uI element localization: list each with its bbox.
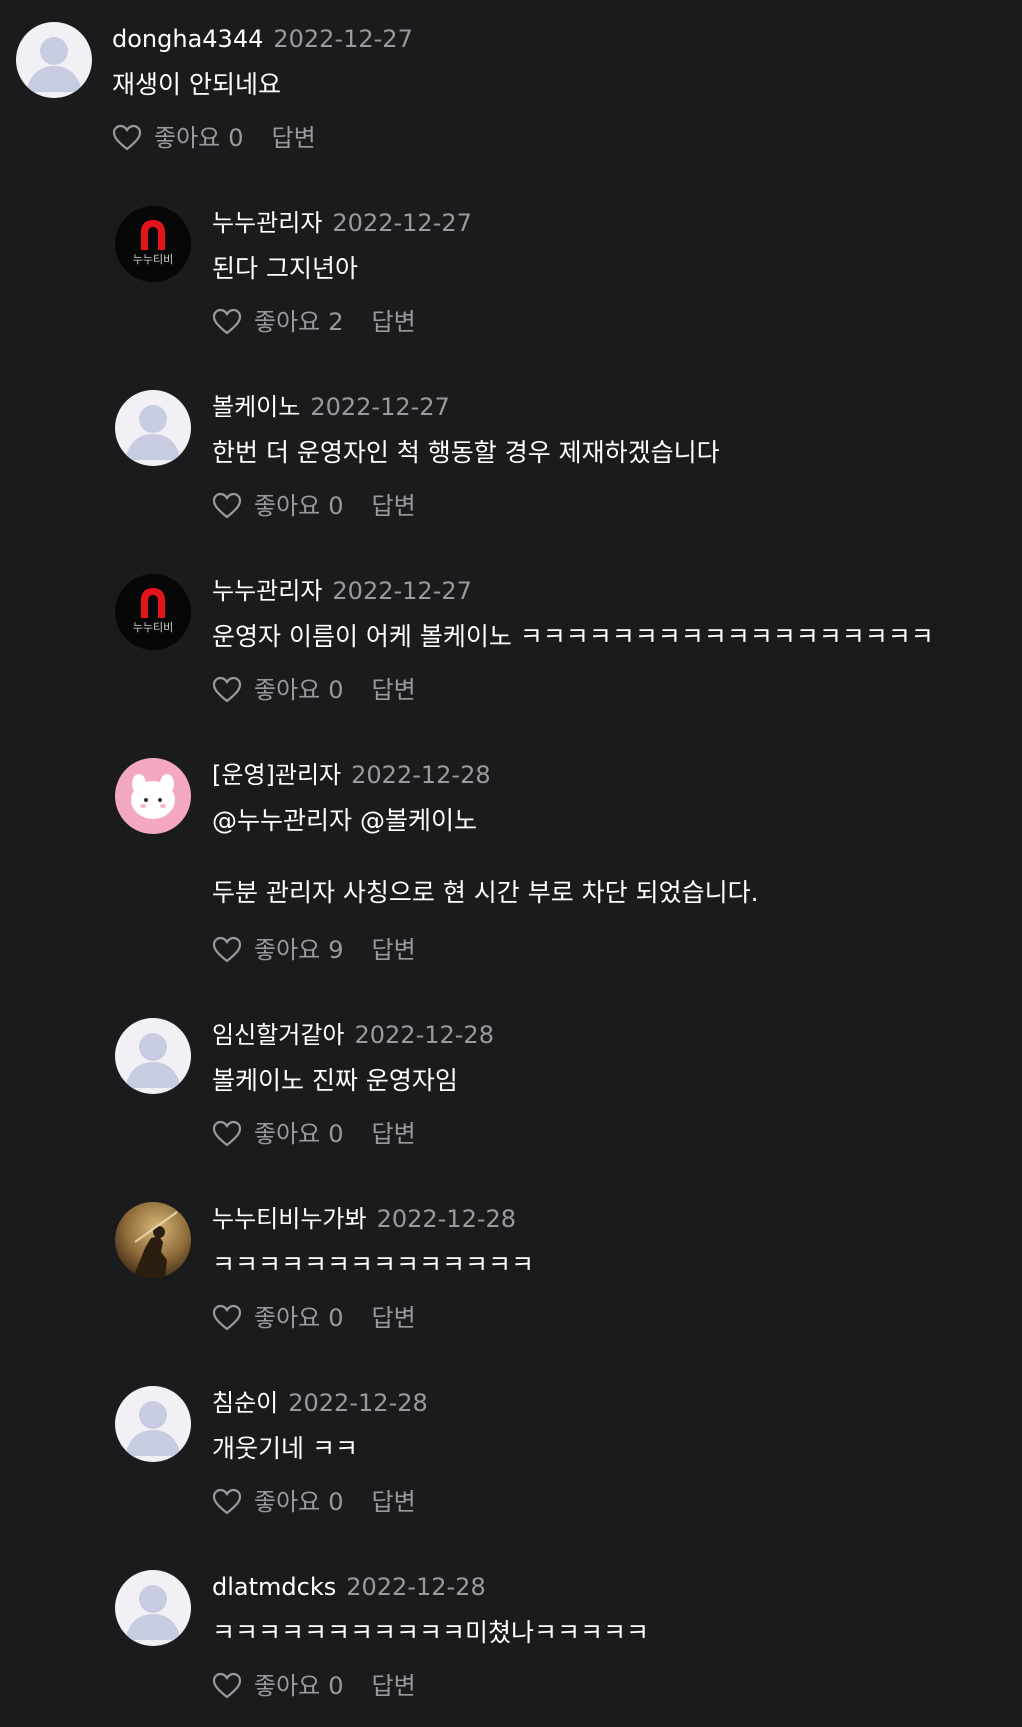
like-count: 0 [328,492,344,520]
comment-text: 개웃기네 ㅋㅋ [212,1434,358,1463]
nunutv-logo-icon: 누누티비 [115,574,191,650]
comment-author[interactable]: 누누관리자 [212,209,322,237]
avatar[interactable] [115,390,191,466]
comment-date: 2022-12-28 [346,1573,486,1601]
default-avatar-icon [115,1018,191,1094]
comment-date: 2022-12-27 [310,393,450,421]
heart-icon[interactable] [212,936,242,964]
photo-avatar-icon [115,1202,191,1278]
comment-date: 2022-12-28 [288,1389,428,1417]
comment-date: 2022-12-28 [376,1205,517,1233]
heart-icon[interactable] [212,492,242,520]
like-label: 좋아요 [254,308,321,336]
comment-text: 한번 더 운영자인 척 행동할 경우 제재하겠습니다 [212,438,720,467]
reply-button[interactable]: 답변 [372,1487,416,1517]
avatar[interactable]: 누누티비 [115,574,191,650]
heart-icon[interactable] [212,1488,242,1516]
comment-text: @누누관리자 @볼케이노 두분 관리자 사칭으로 현 시간 부로 차단 되었습니… [212,806,759,907]
avatar[interactable] [115,1570,191,1646]
like-label: 좋아요 [254,676,321,704]
comment-date: 2022-12-28 [351,761,491,789]
like-label: 좋아요 [254,1120,321,1148]
like-label: 좋아요 [154,124,221,152]
heart-icon[interactable] [212,1120,242,1148]
avatar[interactable] [115,1018,191,1094]
avatar[interactable] [115,1202,191,1278]
comment-author[interactable]: dlatmdcks [212,1573,336,1601]
reply-button[interactable]: 답변 [272,123,316,153]
reply-button[interactable]: 답변 [372,307,416,337]
heart-icon[interactable] [212,308,242,336]
heart-icon[interactable] [212,1672,242,1700]
comment-author[interactable]: [운영]관리자 [212,761,341,789]
like-count: 0 [328,1120,344,1148]
comment-author[interactable]: 볼케이노 [212,393,300,421]
reply-button[interactable]: 답변 [372,1303,416,1333]
comment-date: 2022-12-28 [354,1021,494,1049]
bunny-avatar-icon [115,758,191,834]
comment-text: ㅋㅋㅋㅋㅋㅋㅋㅋㅋㅋㅋ미쳤나ㅋㅋㅋㅋㅋ [212,1618,650,1647]
like-count: 0 [328,1488,344,1516]
like-label: 좋아요 [254,936,321,964]
comment-author[interactable]: 누누관리자 [212,577,322,605]
comment-text: ㅋㅋㅋㅋㅋㅋㅋㅋㅋㅋㅋㅋㅋㅋ [212,1250,535,1279]
heart-icon[interactable] [112,124,142,152]
like-label: 좋아요 [254,1488,321,1516]
avatar[interactable] [16,22,92,98]
avatar[interactable] [115,758,191,834]
like-count: 9 [328,936,344,964]
default-avatar-icon [115,1570,191,1646]
like-count: 0 [328,676,344,704]
like-label: 좋아요 [254,492,321,520]
logo-text: 누누티비 [133,621,173,634]
comment-author[interactable]: dongha4344 [112,25,263,53]
reply-button[interactable]: 답변 [372,935,416,965]
nunutv-logo-icon: 누누티비 [115,206,191,282]
reply-button[interactable]: 답변 [372,675,416,705]
reply-button[interactable]: 답변 [372,491,416,521]
comment-text: 재생이 안되네요 [112,70,281,99]
avatar[interactable]: 누누티비 [115,206,191,282]
heart-icon[interactable] [212,1304,242,1332]
comment-author[interactable]: 임신할거같아 [212,1021,344,1049]
like-count: 0 [228,124,244,152]
default-avatar-icon [16,22,92,98]
comment-author[interactable]: 침순이 [212,1389,278,1417]
like-label: 좋아요 [254,1672,321,1700]
comment-text: 된다 그지년아 [212,254,358,283]
default-avatar-icon [115,1386,191,1462]
comment-date: 2022-12-27 [332,577,472,605]
reply-button[interactable]: 답변 [372,1119,416,1149]
comment-date: 2022-12-27 [273,25,413,53]
comment-text: 볼케이노 진짜 운영자임 [212,1066,458,1095]
like-count: 0 [328,1304,344,1332]
logo-text: 누누티비 [133,253,173,266]
comment-author[interactable]: 누누티비누가봐 [212,1205,367,1233]
like-label: 좋아요 [254,1304,321,1332]
avatar[interactable] [115,1386,191,1462]
comment-text: 운영자 이름이 어케 볼케이노 ㅋㅋㅋㅋㅋㅋㅋㅋㅋㅋㅋㅋㅋㅋㅋㅋㅋㅋ [212,622,934,651]
like-count: 2 [328,308,344,336]
default-avatar-icon [115,390,191,466]
comment-date: 2022-12-27 [332,209,472,237]
reply-button[interactable]: 답변 [372,1671,416,1701]
heart-icon[interactable] [212,676,242,704]
like-count: 0 [328,1672,344,1700]
